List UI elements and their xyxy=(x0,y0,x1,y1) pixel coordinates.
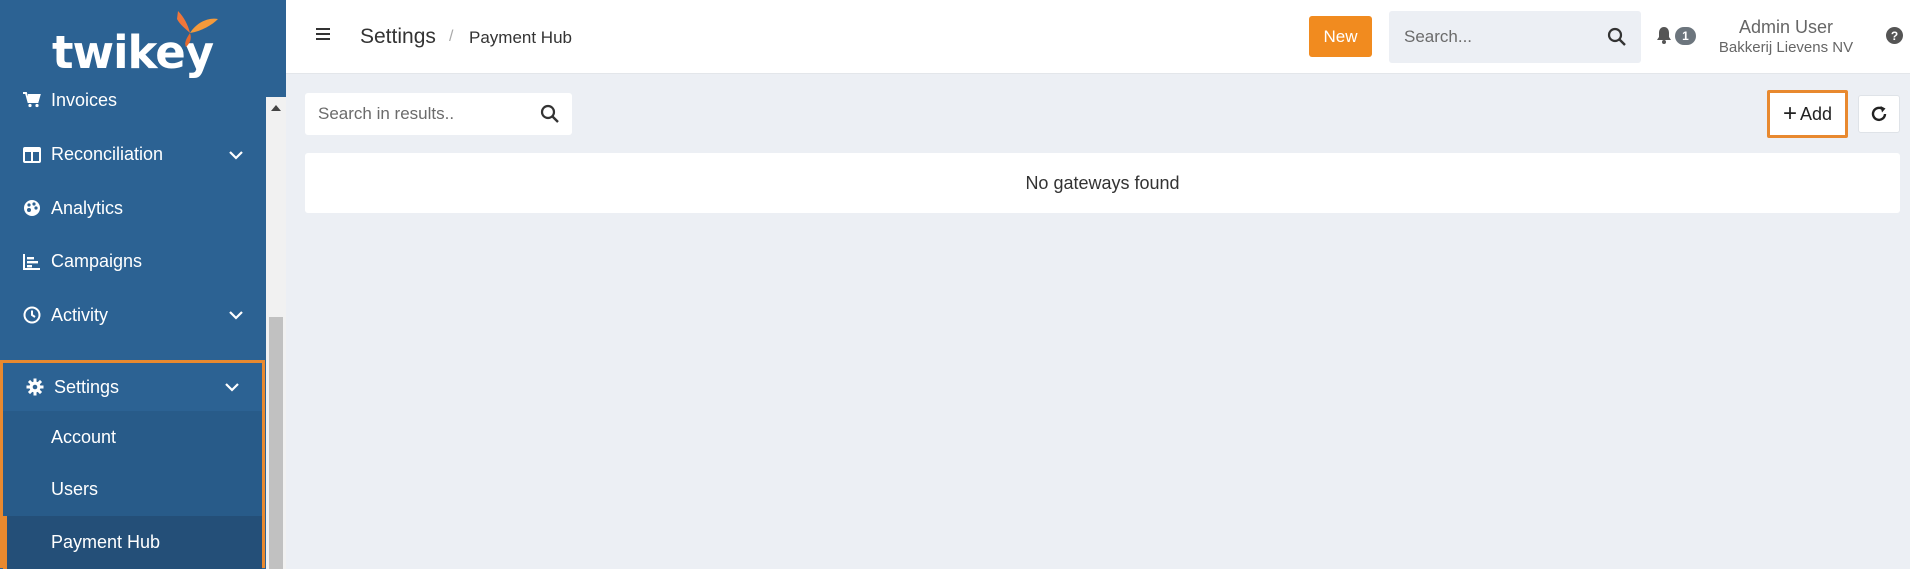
search-icon[interactable] xyxy=(540,104,560,124)
scroll-up-arrow-icon[interactable] xyxy=(271,105,281,111)
sidebar-subitem-account[interactable]: Account xyxy=(3,411,262,464)
gear-icon xyxy=(25,377,45,397)
palette-icon xyxy=(22,198,42,218)
chevron-down-icon[interactable] xyxy=(224,382,240,392)
scrollbar-thumb[interactable] xyxy=(269,317,283,569)
sidebar-item-label: Reconciliation xyxy=(51,144,164,165)
breadcrumb-separator: / xyxy=(449,28,454,45)
sidebar-item-label: Campaigns xyxy=(51,251,143,272)
global-search-input[interactable] xyxy=(1389,11,1589,63)
new-button[interactable]: New xyxy=(1309,16,1372,57)
refresh-icon xyxy=(1871,106,1887,122)
sidebar-item-reconciliation[interactable]: Reconciliation xyxy=(0,128,266,182)
butterfly-logo-icon xyxy=(177,11,218,47)
user-organization[interactable]: Bakkerij Lievens NV xyxy=(1681,39,1891,56)
sidebar-subitem-label: Payment Hub xyxy=(51,531,161,552)
sidebar-nav: Invoices Reconciliation Analytics Campai… xyxy=(0,82,266,342)
chevron-down-icon[interactable] xyxy=(228,150,244,160)
sidebar-item-label: Analytics xyxy=(51,197,124,218)
refresh-button[interactable] xyxy=(1858,95,1900,133)
hamburger-menu-icon[interactable] xyxy=(316,28,330,40)
cart-icon xyxy=(22,90,42,110)
sidebar-item-campaigns[interactable]: Campaigns xyxy=(0,235,266,289)
breadcrumb-settings[interactable]: Settings xyxy=(360,25,436,49)
user-name[interactable]: Admin User xyxy=(1681,17,1891,38)
search-icon[interactable] xyxy=(1607,27,1627,47)
sidebar: twikey Invoices Reconciliation Analytics xyxy=(0,0,286,569)
global-search xyxy=(1389,11,1641,63)
clock-icon xyxy=(22,305,42,325)
results-search xyxy=(305,93,572,135)
sidebar-item-activity[interactable]: Activity xyxy=(0,289,266,343)
add-button-label: Add xyxy=(1799,103,1833,124)
sidebar-item-label: Settings xyxy=(54,376,120,397)
sidebar-item-label: Activity xyxy=(51,304,109,325)
sidebar-item-invoices[interactable]: Invoices xyxy=(0,72,266,128)
gateways-empty-panel: No gateways found xyxy=(305,153,1900,213)
sidebar-scrollbar[interactable] xyxy=(266,97,286,569)
top-header: Settings / Payment Hub New 1 Admin User … xyxy=(286,0,1910,74)
breadcrumb-current: Payment Hub xyxy=(469,28,572,47)
add-button[interactable]: + Add xyxy=(1767,90,1848,138)
sidebar-subitem-label: Users xyxy=(51,479,99,500)
sidebar-subitem-label: Account xyxy=(51,426,117,447)
plus-icon: + xyxy=(1782,100,1797,127)
settings-group: Settings Account Users Payment Hub xyxy=(0,360,265,569)
results-search-input[interactable] xyxy=(305,93,525,135)
bell-icon[interactable] xyxy=(1656,26,1672,44)
sidebar-subitem-payment-hub[interactable]: Payment Hub xyxy=(3,516,262,569)
sidebar-subitem-users[interactable]: Users xyxy=(3,463,262,516)
bar-chart-icon xyxy=(22,252,42,272)
sidebar-item-label: Invoices xyxy=(51,89,118,110)
sidebar-item-analytics[interactable]: Analytics xyxy=(0,182,266,236)
help-icon[interactable]: ? xyxy=(1886,27,1903,44)
table-icon xyxy=(22,145,42,165)
sidebar-item-settings[interactable]: Settings xyxy=(3,363,262,411)
chevron-down-icon[interactable] xyxy=(228,310,244,320)
empty-state-message: No gateways found xyxy=(1025,172,1180,193)
